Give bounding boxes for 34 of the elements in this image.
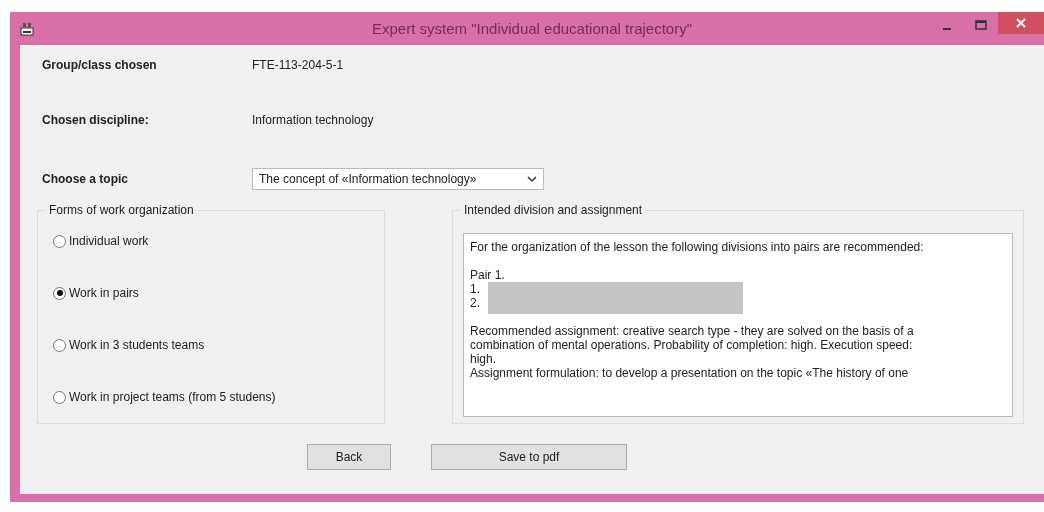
window-title: Expert system "Individual educational trajectory" bbox=[371, 20, 693, 37]
close-icon bbox=[1016, 18, 1026, 28]
field-label: Choose a topic bbox=[42, 172, 129, 186]
close-button[interactable] bbox=[998, 12, 1044, 34]
field-label: Chosen discipline: bbox=[42, 113, 150, 127]
text-line: Pair 1. bbox=[470, 268, 505, 282]
radio-button[interactable] bbox=[53, 286, 66, 300]
radio-option[interactable]: Individual work bbox=[53, 233, 384, 249]
minimize-icon bbox=[943, 28, 951, 30]
text-area[interactable] bbox=[463, 233, 1013, 417]
radio-option[interactable]: Work in pairs bbox=[53, 285, 384, 301]
list-number: 1. bbox=[470, 282, 480, 296]
text-line: For the organization of the lesson the following divisions into pairs are recommended: bbox=[470, 240, 924, 254]
text-line: high. bbox=[470, 352, 497, 366]
list-number: 2. bbox=[470, 296, 480, 310]
field-value: FTE-113-204-5-1 bbox=[252, 58, 344, 72]
text-line: Assignment formulation: to develop a presentation on the topic «The history of one bbox=[470, 366, 909, 380]
radio-button[interactable] bbox=[53, 338, 66, 352]
chevron-down-icon bbox=[527, 175, 537, 183]
maximize-icon bbox=[975, 20, 987, 30]
radio-button[interactable] bbox=[53, 390, 66, 404]
app-icon bbox=[20, 21, 34, 36]
action-button[interactable]: Save to pdf bbox=[431, 444, 627, 470]
group-title: Intended division and assignment bbox=[461, 203, 646, 217]
text-line: Recommended assignment: creative search type - they are solved on the basis of a bbox=[470, 324, 914, 338]
action-button[interactable]: Back bbox=[307, 444, 391, 470]
radio-button[interactable] bbox=[53, 234, 66, 248]
field-label: Group/class chosen bbox=[42, 58, 158, 72]
radio-option[interactable]: Work in project teams (from 5 studens) bbox=[53, 389, 384, 405]
radio-option[interactable]: Work in 3 students teams bbox=[53, 337, 384, 353]
group-title: Forms of work organization bbox=[46, 203, 197, 217]
field-value: Information technology bbox=[252, 113, 374, 127]
topic-dropdown[interactable]: The concept of «Information technology» bbox=[252, 168, 544, 190]
text-line: combination of mental operations. Probability of completion: high. Execution speed: bbox=[470, 338, 913, 352]
